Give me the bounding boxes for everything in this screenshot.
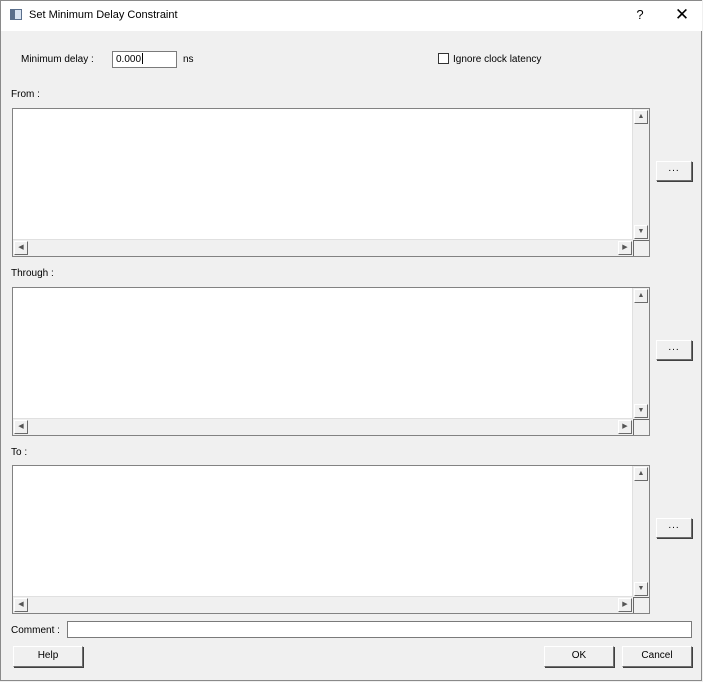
- min-delay-value: 0.000: [116, 54, 142, 65]
- scroll-down-icon[interactable]: ▼: [634, 225, 648, 239]
- through-label: Through :: [11, 268, 54, 279]
- dialog-window: Set Minimum Delay Constraint ? ✕ Minimum…: [0, 0, 702, 681]
- scroll-corner: [633, 240, 649, 256]
- window-title: Set Minimum Delay Constraint: [29, 9, 178, 21]
- min-delay-input[interactable]: 0.000: [112, 51, 177, 68]
- min-delay-label: Minimum delay :: [21, 54, 94, 65]
- through-vertical-scrollbar[interactable]: ▲ ▼: [632, 288, 649, 419]
- through-listbox[interactable]: ▲ ▼ ◀ ▶: [12, 287, 650, 436]
- comment-label: Comment :: [11, 625, 60, 636]
- to-listbox[interactable]: ▲ ▼ ◀ ▶: [12, 465, 650, 614]
- to-browse-button[interactable]: ...: [656, 518, 692, 538]
- scroll-left-icon[interactable]: ◀: [14, 241, 28, 255]
- scroll-right-icon[interactable]: ▶: [618, 241, 632, 255]
- from-browse-button[interactable]: ...: [656, 161, 692, 181]
- scroll-up-icon[interactable]: ▲: [634, 467, 648, 481]
- through-browse-button[interactable]: ...: [656, 340, 692, 360]
- help-button[interactable]: Help: [13, 646, 83, 667]
- scroll-left-icon[interactable]: ◀: [14, 420, 28, 434]
- from-listbox[interactable]: ▲ ▼ ◀ ▶: [12, 108, 650, 257]
- help-icon[interactable]: ?: [633, 7, 647, 23]
- comment-input[interactable]: [67, 621, 692, 638]
- through-horizontal-scrollbar[interactable]: ◀ ▶: [13, 418, 633, 435]
- from-horizontal-scrollbar[interactable]: ◀ ▶: [13, 239, 633, 256]
- title-bar: Set Minimum Delay Constraint ? ✕: [1, 1, 702, 31]
- ok-button[interactable]: OK: [544, 646, 614, 667]
- ignore-clock-latency-checkbox[interactable]: [438, 53, 449, 64]
- to-horizontal-scrollbar[interactable]: ◀ ▶: [13, 596, 633, 613]
- scroll-down-icon[interactable]: ▼: [634, 404, 648, 418]
- scroll-down-icon[interactable]: ▼: [634, 582, 648, 596]
- ignore-clock-latency-label: Ignore clock latency: [453, 54, 542, 65]
- scroll-right-icon[interactable]: ▶: [618, 420, 632, 434]
- scroll-right-icon[interactable]: ▶: [618, 598, 632, 612]
- scroll-up-icon[interactable]: ▲: [634, 289, 648, 303]
- scroll-up-icon[interactable]: ▲: [634, 110, 648, 124]
- app-icon: [10, 9, 22, 20]
- close-icon[interactable]: ✕: [669, 5, 695, 25]
- to-label: To :: [11, 447, 28, 458]
- from-label: From :: [11, 89, 40, 100]
- cancel-button[interactable]: Cancel: [622, 646, 692, 667]
- scroll-corner: [633, 419, 649, 435]
- text-caret: [142, 53, 144, 64]
- from-vertical-scrollbar[interactable]: ▲ ▼: [632, 109, 649, 240]
- scroll-left-icon[interactable]: ◀: [14, 598, 28, 612]
- min-delay-unit: ns: [183, 54, 194, 65]
- to-vertical-scrollbar[interactable]: ▲ ▼: [632, 466, 649, 597]
- scroll-corner: [633, 597, 649, 613]
